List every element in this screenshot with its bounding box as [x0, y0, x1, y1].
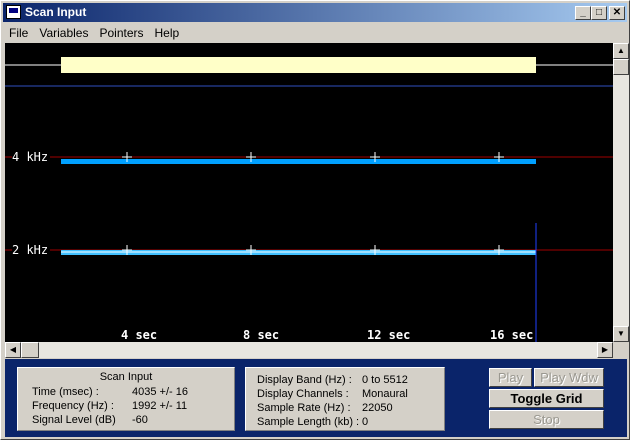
- scroll-down-icon[interactable]: ▼: [613, 326, 629, 342]
- x-label-4sec: 4 sec: [121, 328, 158, 342]
- toggle-grid-button[interactable]: Toggle Grid: [489, 389, 604, 408]
- scroll-left-icon[interactable]: ◀: [5, 342, 21, 358]
- app-icon: [6, 5, 21, 19]
- menu-bar: File Variables Pointers Help: [3, 23, 627, 42]
- display-label: Sample Length (kb) :: [257, 416, 360, 428]
- x-label-16sec: 16 sec: [490, 328, 534, 342]
- y-label-4khz: 4 kHz: [12, 150, 51, 164]
- scan-value: -60: [132, 414, 148, 426]
- display-label: Display Channels :: [257, 388, 349, 400]
- horizontal-scroll-thumb[interactable]: [21, 342, 39, 358]
- close-button[interactable]: ✕: [609, 6, 625, 20]
- scan-label: Signal Level (dB): [32, 414, 116, 426]
- display-row-length: Sample Length (kb) : 0: [246, 416, 444, 429]
- waveform-strip: [61, 57, 536, 73]
- menu-variables[interactable]: Variables: [33, 23, 93, 40]
- display-value: Monaural: [362, 388, 408, 400]
- display-value: 0: [362, 416, 369, 428]
- maximize-button[interactable]: □: [591, 6, 607, 20]
- vertical-scroll-thumb[interactable]: [613, 59, 629, 75]
- menu-help[interactable]: Help: [149, 23, 185, 40]
- display-label: Sample Rate (Hz) :: [257, 402, 351, 414]
- trace-4khz: [61, 159, 536, 164]
- x-label-12sec: 12 sec: [367, 328, 411, 342]
- scan-row-frequency: Frequency (Hz) : 1992 +/- 11: [18, 400, 234, 413]
- horizontal-scrollbar[interactable]: ◀ ▶: [5, 342, 613, 358]
- play-button[interactable]: Play: [489, 368, 532, 387]
- spectrogram-svg: [5, 57, 613, 342]
- status-area: Scan Input Time (msec) : 4035 +/- 16 Fre…: [5, 359, 627, 437]
- menu-file[interactable]: File: [3, 23, 33, 40]
- minimize-button[interactable]: _: [575, 6, 591, 20]
- y-label-2khz: 2 kHz: [12, 243, 51, 257]
- play-window-button[interactable]: Play Wdw: [534, 368, 604, 387]
- scan-row-level: Signal Level (dB) -60: [18, 414, 234, 427]
- scan-label: Frequency (Hz) :: [32, 400, 114, 412]
- display-value: 22050: [362, 402, 393, 414]
- display-label: Display Band (Hz) :: [257, 374, 352, 386]
- main-window: Scan Input _ □ ✕ File Variables Pointers He…: [0, 0, 630, 440]
- scan-value: 4035 +/- 16: [132, 386, 188, 398]
- scan-panel-title: Scan Input: [99, 371, 153, 383]
- display-row-channels: Display Channels : Monaural: [246, 388, 444, 401]
- display-row-band: Display Band (Hz) : 0 to 5512: [246, 374, 444, 387]
- display-row-rate: Sample Rate (Hz) : 22050: [246, 402, 444, 415]
- scan-label: Time (msec) :: [32, 386, 99, 398]
- scroll-right-icon[interactable]: ▶: [597, 342, 613, 358]
- scan-row-time: Time (msec) : 4035 +/- 16: [18, 386, 234, 399]
- scroll-up-icon[interactable]: ▲: [613, 43, 629, 59]
- display-panel: Display Band (Hz) : 0 to 5512 Display Ch…: [245, 367, 445, 431]
- grid-markers: [122, 152, 504, 255]
- spectrogram-canvas[interactable]: 4 kHz 2 kHz 4 sec 8 sec 12 sec 16 sec: [5, 43, 613, 342]
- stop-button[interactable]: Stop: [489, 410, 604, 429]
- x-label-8sec: 8 sec: [243, 328, 280, 342]
- window-title: Scan Input: [25, 5, 87, 19]
- title-bar[interactable]: Scan Input _ □ ✕: [3, 3, 627, 22]
- scan-value: 1992 +/- 11: [132, 400, 188, 412]
- scan-panel: Scan Input Time (msec) : 4035 +/- 16 Fre…: [17, 367, 235, 431]
- display-value: 0 to 5512: [362, 374, 408, 386]
- vertical-scrollbar[interactable]: ▲ ▼: [613, 43, 629, 342]
- menu-pointers[interactable]: Pointers: [93, 23, 148, 40]
